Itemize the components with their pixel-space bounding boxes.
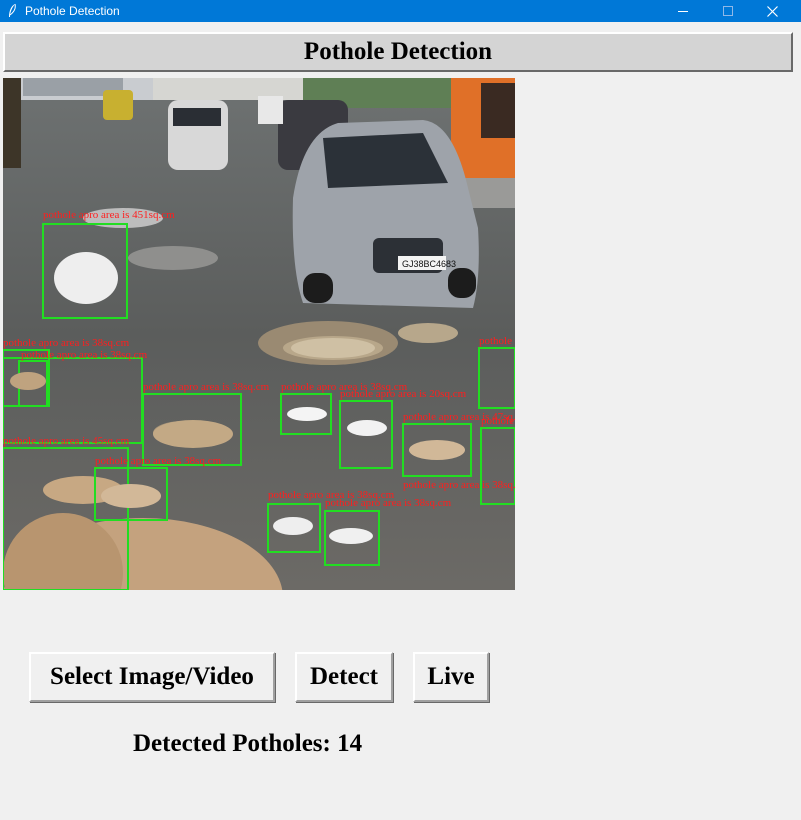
detection-label: pothole apro area is 38sq.cm: [3, 337, 130, 349]
detection-label: pothole apro area is 451sq.cm: [43, 209, 175, 221]
title-bar: Pothole Detection: [0, 0, 801, 22]
detection-label: pothole apro area is 45sq.cm: [3, 435, 130, 447]
maximize-button[interactable]: [705, 0, 750, 22]
detect-button[interactable]: Detect: [295, 652, 393, 702]
license-plate: GJ38BC4683: [402, 259, 456, 269]
window-title: Pothole Detection: [25, 4, 120, 18]
minimize-button[interactable]: [660, 0, 705, 22]
detection-label: pothole apro area is 20sq.cm: [340, 388, 467, 400]
detection-label: pothole apro area is 38sq.cm: [479, 335, 515, 347]
maximize-icon: [722, 6, 733, 16]
close-icon: [767, 5, 778, 17]
detected-potholes-count: Detected Potholes: 14: [133, 730, 363, 757]
select-image-video-button[interactable]: Select Image/Video: [29, 652, 275, 702]
close-button[interactable]: [750, 0, 795, 22]
road-scene-image: GJ38BC4683 pothole apro area is 451sq.cm…: [3, 78, 515, 590]
detection-label: pothole apro area is 38sq.cm: [95, 455, 222, 467]
minimize-icon: [677, 11, 688, 12]
detection-image: GJ38BC4683 pothole apro area is 451sq.cm…: [3, 78, 515, 590]
live-button[interactable]: Live: [413, 652, 489, 702]
detection-label: pothole apro area is 38sq.cm: [325, 497, 452, 509]
app-header-title: Pothole Detection: [3, 32, 793, 72]
detection-label: pothole apro area is 38sq.cm: [481, 415, 515, 427]
detection-label: pothole apro area is 38sq.cm: [403, 479, 515, 491]
detection-label: pothole apro area is 38sq.cm: [143, 381, 270, 393]
detection-label: pothole apro area is 38sq.cm: [21, 349, 148, 361]
feather-icon: [9, 3, 16, 17]
